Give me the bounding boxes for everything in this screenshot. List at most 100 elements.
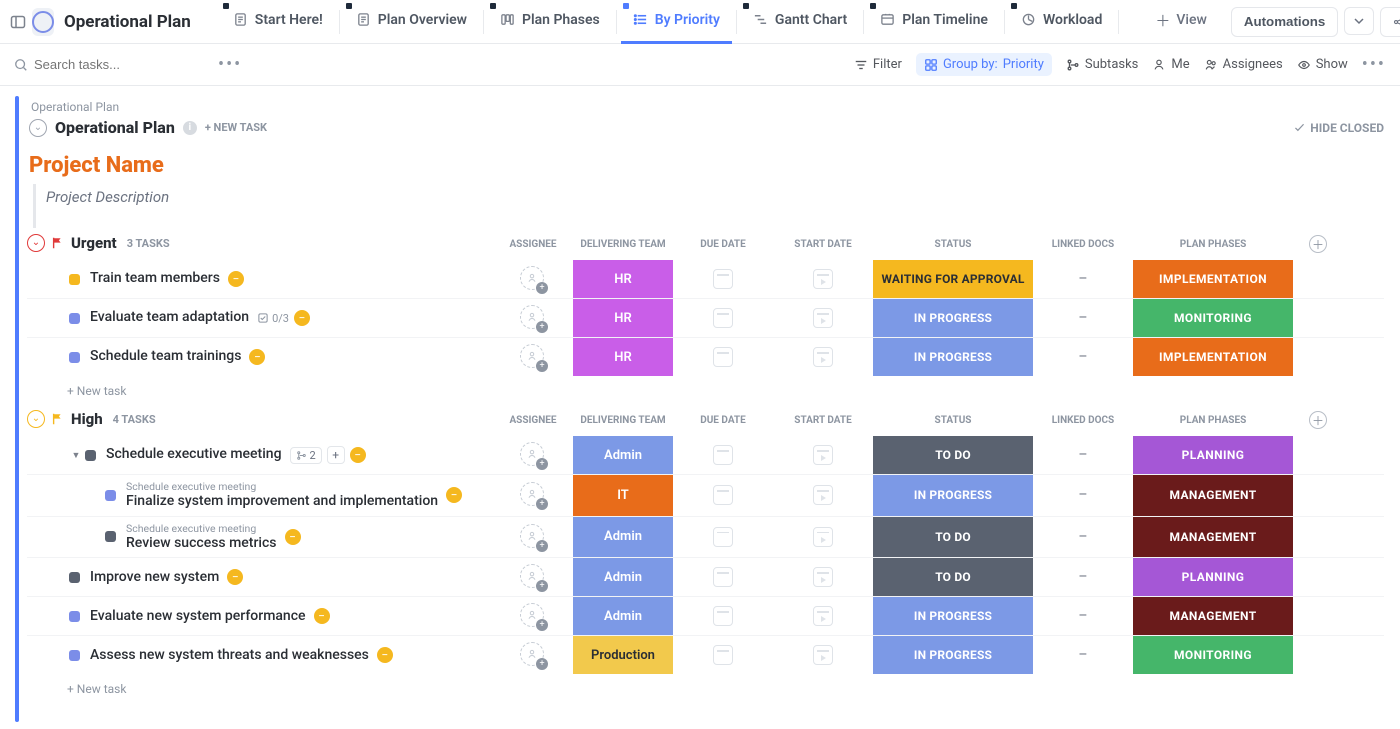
status-tag[interactable]: TO DO [873, 436, 1033, 474]
linked-docs-cell[interactable]: – [1078, 310, 1087, 326]
linked-docs-cell[interactable]: – [1078, 447, 1087, 463]
priority-badge[interactable]: − [377, 647, 393, 663]
column-header[interactable]: ASSIGNEE [493, 239, 573, 250]
assignee-picker[interactable]: + [520, 524, 546, 550]
priority-badge[interactable]: − [446, 487, 462, 503]
delivering-team-tag[interactable]: Admin [573, 558, 673, 596]
hide-closed-button[interactable]: HIDE CLOSED [1293, 121, 1384, 135]
status-tag[interactable]: TO DO [873, 558, 1033, 596]
show-button[interactable]: Show [1297, 57, 1348, 72]
info-icon[interactable]: i [183, 121, 197, 135]
status-tag[interactable]: IN PROGRESS [873, 597, 1033, 635]
plan-phase-tag[interactable]: MANAGEMENT [1133, 475, 1293, 516]
task-name[interactable]: Review success metrics [126, 535, 277, 553]
linked-docs-cell[interactable]: – [1078, 349, 1087, 365]
status-square[interactable] [105, 490, 116, 501]
filter-button[interactable]: Filter [854, 57, 902, 72]
start-date-picker[interactable] [813, 485, 833, 505]
automations-dropdown[interactable] [1344, 7, 1374, 35]
column-header[interactable]: STATUS [873, 239, 1033, 250]
linked-docs-cell[interactable]: – [1078, 647, 1087, 663]
group-by-button[interactable]: Group by: Priority [916, 53, 1052, 76]
due-date-picker[interactable] [713, 269, 733, 289]
add-column-button[interactable]: ＋ [1309, 235, 1327, 253]
status-square[interactable] [69, 313, 80, 324]
task-name[interactable]: Improve new system [90, 569, 219, 587]
delivering-team-tag[interactable]: Admin [573, 517, 673, 558]
linked-docs-cell[interactable]: – [1078, 487, 1087, 503]
expand-toggle[interactable]: ▼ [69, 450, 83, 461]
add-view-button[interactable]: ＋View [1143, 0, 1219, 44]
plan-phase-tag[interactable]: MANAGEMENT [1133, 597, 1293, 635]
plan-phase-tag[interactable]: IMPLEMENTATION [1133, 338, 1293, 376]
subtasks-button[interactable]: Subtasks [1066, 57, 1139, 72]
task-main[interactable]: Evaluate team adaptation0/3− [27, 304, 493, 332]
task-name[interactable]: Evaluate team adaptation [90, 309, 249, 327]
view-tab-by-priority[interactable]: By Priority [621, 0, 732, 44]
assignee-picker[interactable]: + [520, 442, 546, 468]
list-collapse-toggle[interactable]: ⌄ [29, 119, 47, 137]
new-task-button[interactable]: + NEW TASK [205, 121, 267, 134]
plan-phase-tag[interactable]: MONITORING [1133, 299, 1293, 337]
column-header[interactable]: LINKED DOCS [1033, 239, 1133, 250]
assignee-picker[interactable]: + [520, 482, 546, 508]
column-header[interactable]: START DATE [773, 415, 873, 426]
task-main[interactable]: ▼Schedule executive meeting2+− [27, 441, 493, 469]
start-date-picker[interactable] [813, 308, 833, 328]
status-square[interactable] [85, 450, 96, 461]
status-tag[interactable]: IN PROGRESS [873, 475, 1033, 516]
due-date-picker[interactable] [713, 645, 733, 665]
status-tag[interactable]: IN PROGRESS [873, 636, 1033, 674]
space-ring-icon[interactable] [32, 8, 54, 36]
search-input[interactable] [34, 57, 174, 72]
column-header[interactable]: DELIVERING TEAM [573, 415, 673, 426]
search-more-icon[interactable]: ••• [218, 54, 242, 75]
new-task-row[interactable]: + New task [27, 674, 1384, 702]
due-date-picker[interactable] [713, 606, 733, 626]
column-header[interactable]: PLAN PHASES [1133, 239, 1293, 250]
priority-badge[interactable]: − [314, 608, 330, 624]
linked-docs-cell[interactable]: – [1078, 271, 1087, 287]
status-square[interactable] [69, 611, 80, 622]
start-date-picker[interactable] [813, 527, 833, 547]
delivering-team-tag[interactable]: HR [573, 338, 673, 376]
delivering-team-tag[interactable]: IT [573, 475, 673, 516]
task-name[interactable]: Train team members [90, 270, 220, 288]
assignee-picker[interactable]: + [520, 266, 546, 292]
priority-badge[interactable]: − [285, 529, 301, 545]
priority-badge[interactable]: − [228, 271, 244, 287]
me-button[interactable]: Me [1152, 57, 1189, 72]
priority-badge[interactable]: − [294, 310, 310, 326]
delivering-team-tag[interactable]: Admin [573, 436, 673, 474]
due-date-picker[interactable] [713, 485, 733, 505]
priority-badge[interactable]: − [227, 569, 243, 585]
assignee-picker[interactable]: + [520, 642, 546, 668]
group-collapse-toggle[interactable]: ⌄ [27, 410, 45, 428]
status-tag[interactable]: WAITING FOR APPROVAL [873, 260, 1033, 298]
due-date-picker[interactable] [713, 347, 733, 367]
task-name[interactable]: Assess new system threats and weaknesses [90, 647, 369, 665]
view-tab-plan-overview[interactable]: Plan Overview [344, 0, 479, 44]
group-collapse-toggle[interactable]: ⌄ [27, 234, 45, 252]
column-header[interactable]: LINKED DOCS [1033, 415, 1133, 426]
view-tab-plan-timeline[interactable]: Plan Timeline [868, 0, 1000, 44]
status-square[interactable] [69, 352, 80, 363]
delivering-team-tag[interactable]: Production [573, 636, 673, 674]
plan-phase-tag[interactable]: MONITORING [1133, 636, 1293, 674]
subtask-count[interactable]: 2 [290, 447, 322, 464]
column-header[interactable]: DELIVERING TEAM [573, 239, 673, 250]
due-date-picker[interactable] [713, 445, 733, 465]
view-tab-workload[interactable]: Workload [1009, 0, 1114, 44]
project-description[interactable]: Project Description [33, 184, 1384, 228]
column-header[interactable]: PLAN PHASES [1133, 415, 1293, 426]
task-main[interactable]: Schedule team trainings− [27, 343, 493, 371]
linked-docs-cell[interactable]: – [1078, 569, 1087, 585]
task-name[interactable]: Evaluate new system performance [90, 608, 306, 626]
assignee-picker[interactable]: + [520, 305, 546, 331]
task-main[interactable]: Schedule executive meetingReview success… [27, 517, 493, 558]
plan-phase-tag[interactable]: PLANNING [1133, 558, 1293, 596]
start-date-picker[interactable] [813, 269, 833, 289]
delivering-team-tag[interactable]: HR [573, 299, 673, 337]
toolbar-more-icon[interactable]: ••• [1362, 54, 1386, 75]
linked-docs-cell[interactable]: – [1078, 529, 1087, 545]
